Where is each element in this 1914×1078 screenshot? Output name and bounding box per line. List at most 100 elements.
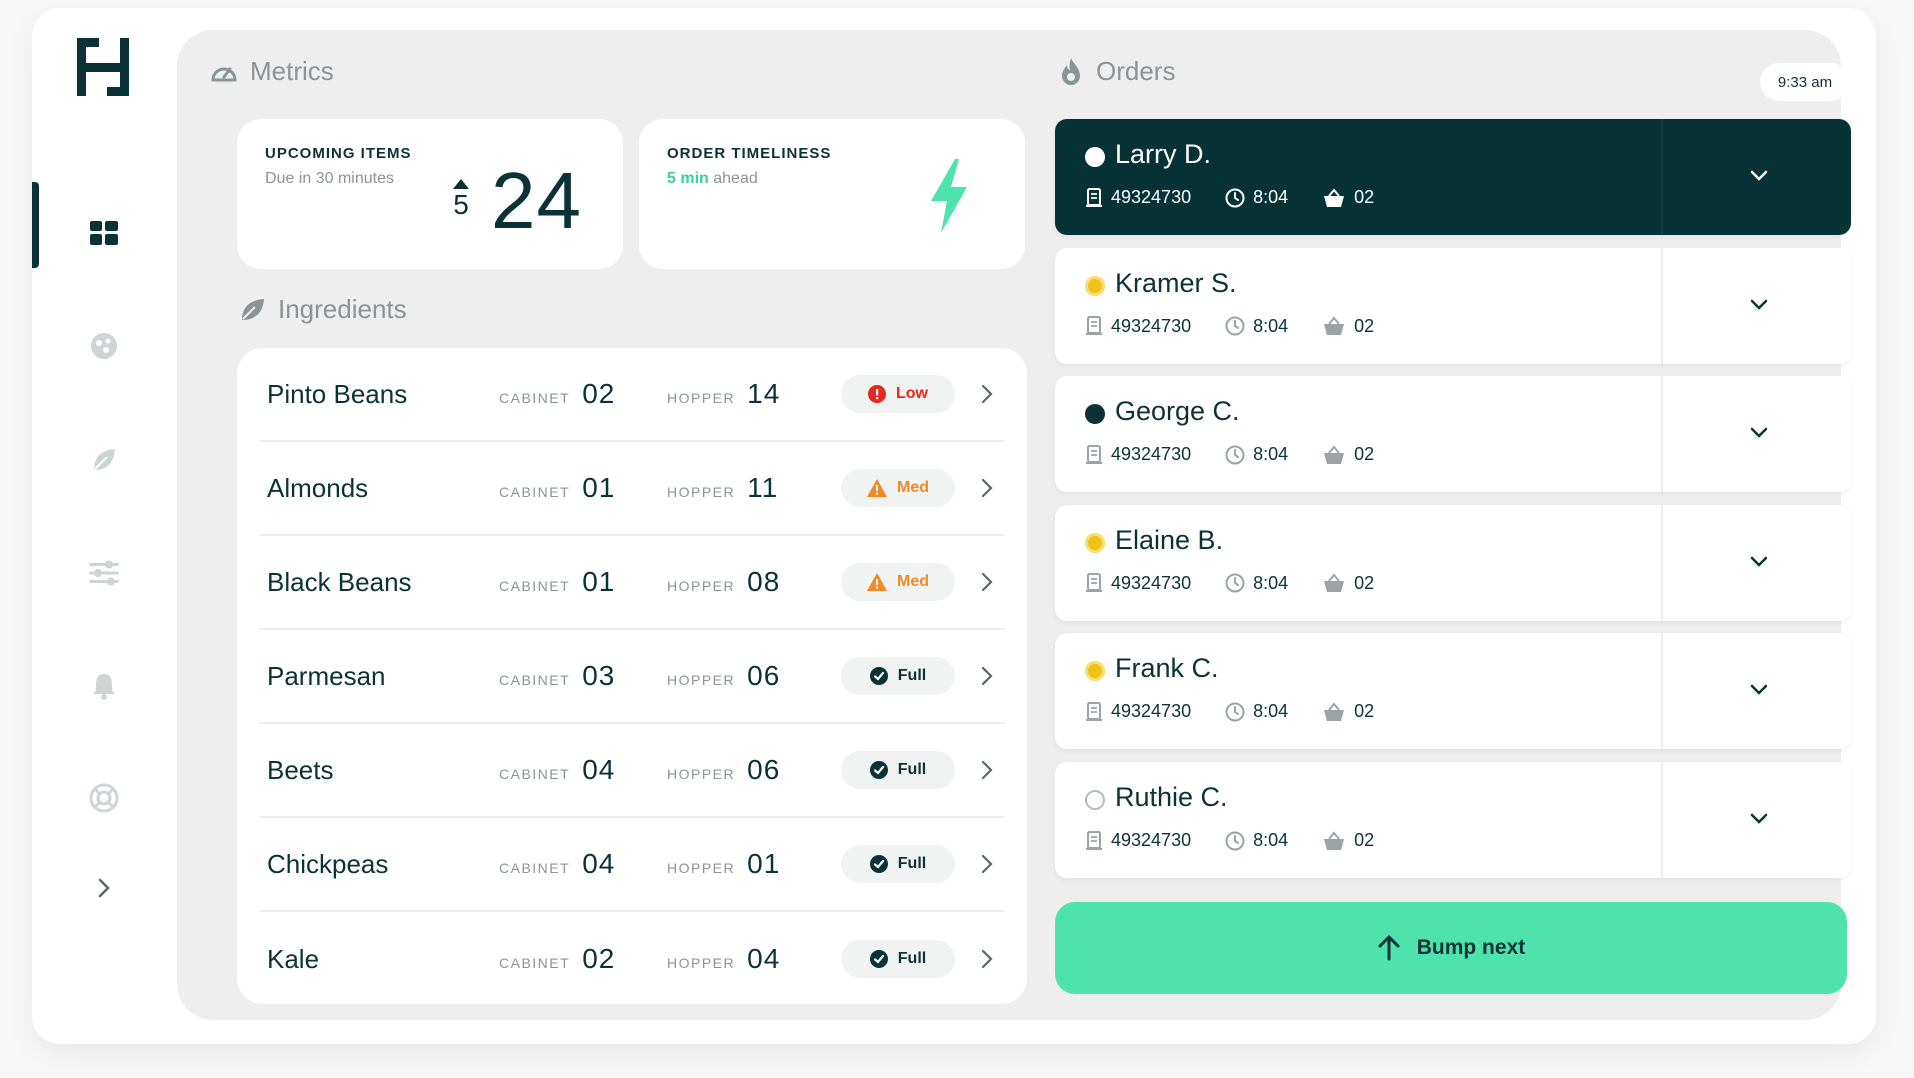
sidebar-item-alerts[interactable]: [82, 664, 126, 708]
receipt-icon: [1086, 573, 1102, 593]
order-receipt-number: 49324730: [1111, 701, 1192, 722]
pizza-icon: [91, 333, 117, 359]
order-time: 8:04: [1225, 573, 1288, 594]
flame-icon: [1062, 57, 1080, 85]
basket-icon: [1324, 702, 1345, 721]
receipt-icon: [1086, 444, 1102, 464]
basket-icon: [1324, 573, 1345, 593]
order-time-value: 8:04: [1253, 830, 1289, 850]
chevron-right-icon[interactable]: [981, 666, 993, 686]
order-receipt-number: 49324730: [1111, 444, 1192, 465]
active-nav-indicator: [32, 182, 39, 268]
cabinet-field: CABINET 04: [499, 848, 615, 880]
order-card[interactable]: Kramer S. 49324730 8:04 02: [1055, 247, 1851, 364]
ingredient-row[interactable]: Chickpeas CABINET 04 HOPPER 01 Full: [259, 818, 1005, 912]
order-divider: [1661, 633, 1663, 750]
ingredient-row[interactable]: Almonds CABINET 01 HOPPER 11 Med: [259, 442, 1005, 536]
chevron-down-icon[interactable]: [1747, 292, 1771, 316]
upcoming-delta: 5: [453, 179, 469, 221]
cabinet-field: CABINET 02: [499, 943, 615, 975]
cabinet-label: CABINET: [499, 672, 571, 688]
hopper-label: HOPPER: [667, 860, 736, 876]
order-card[interactable]: Larry D. 49324730 8:04 02: [1055, 119, 1851, 235]
chevron-down-icon[interactable]: [1747, 549, 1771, 573]
status-badge: Med: [841, 563, 955, 601]
order-status-dot: [1085, 661, 1105, 682]
hopper-value: 04: [747, 943, 781, 974]
status-label: Low: [896, 385, 928, 402]
chevron-right-icon[interactable]: [981, 572, 993, 592]
order-customer-name: Kramer S.: [1115, 267, 1237, 298]
chevron-right-icon: [98, 878, 110, 898]
chevron-right-icon[interactable]: [981, 478, 993, 498]
hopper-label: HOPPER: [667, 672, 736, 688]
hopper-field: HOPPER 08: [667, 566, 780, 598]
lightning-icon: [931, 159, 967, 233]
upcoming-delta-value: 5: [453, 189, 469, 220]
order-card[interactable]: George C. 49324730 8:04 02: [1055, 376, 1851, 493]
orders-heading: Orders: [1058, 56, 1175, 87]
timeliness-accent: 5 min: [667, 170, 709, 187]
ingredient-row[interactable]: Kale CABINET 02 HOPPER 04 Full: [259, 912, 1005, 1006]
order-receipt: 49324730: [1085, 701, 1191, 722]
order-card[interactable]: Frank C. 49324730 8:04 02: [1055, 633, 1851, 750]
order-time-value: 8:04: [1253, 572, 1289, 593]
order-card[interactable]: Ruthie C. 49324730 8:04 02: [1055, 762, 1851, 878]
hopper-value: 01: [747, 848, 781, 879]
cabinet-label: CABINET: [499, 578, 571, 594]
order-card[interactable]: Elaine B. 49324730 8:04 02: [1055, 504, 1851, 621]
clock-icon: [1225, 188, 1245, 207]
ingredient-row[interactable]: Parmesan CABINET 03 HOPPER 06 Full: [259, 630, 1005, 724]
clock-icon: [1225, 573, 1245, 593]
bump-next-button[interactable]: Bump next: [1055, 902, 1847, 994]
sidebar-item-dashboard[interactable]: [82, 211, 126, 255]
sidebar-item-support[interactable]: [82, 776, 126, 820]
order-receipt: 49324730: [1085, 187, 1191, 208]
chevron-right-icon[interactable]: [981, 384, 993, 404]
order-time-value: 8:04: [1253, 187, 1289, 207]
cabinet-field: CABINET 01: [499, 472, 615, 504]
order-time-value: 8:04: [1253, 701, 1289, 722]
basket-icon: [1324, 316, 1345, 336]
chevron-right-icon[interactable]: [981, 854, 993, 874]
cabinet-field: CABINET 03: [499, 660, 615, 692]
ingredient-row[interactable]: Beets CABINET 04 HOPPER 06 Full: [259, 724, 1005, 818]
order-receipt-number: 49324730: [1111, 187, 1192, 207]
order-meta: 49324730 8:04 02: [1085, 444, 1408, 465]
chevron-down-icon[interactable]: [1747, 806, 1771, 830]
ingredient-row[interactable]: Pinto Beans CABINET 02 HOPPER 14 Low: [259, 348, 1005, 442]
hopper-value: 11: [747, 472, 779, 503]
sidebar-expand-button[interactable]: [82, 866, 126, 910]
status-label: Med: [897, 573, 929, 590]
order-divider: [1661, 762, 1663, 878]
cabinet-field: CABINET 02: [499, 378, 615, 410]
ingredient-row[interactable]: Black Beans CABINET 01 HOPPER 08 Med: [259, 536, 1005, 630]
chevron-down-icon[interactable]: [1747, 420, 1771, 444]
cabinet-label: CABINET: [499, 390, 571, 406]
hopper-field: HOPPER 11: [667, 472, 778, 504]
sliders-icon: [89, 560, 119, 586]
chevron-down-icon[interactable]: [1747, 163, 1771, 187]
order-customer-name: Ruthie C.: [1115, 782, 1228, 812]
order-divider: [1661, 504, 1663, 621]
alert-circle-icon: [868, 385, 886, 403]
sidebar-item-orders[interactable]: [82, 324, 126, 368]
chevron-right-icon[interactable]: [981, 949, 993, 969]
order-timeliness-card[interactable]: ORDER TIMELINESS 5 min ahead: [639, 119, 1025, 269]
chevron-down-icon[interactable]: [1747, 677, 1771, 701]
order-items: 02: [1322, 573, 1374, 594]
ingredient-name: Kale: [267, 943, 320, 974]
chevron-right-icon[interactable]: [981, 760, 993, 780]
sidebar-item-settings[interactable]: [82, 551, 126, 595]
order-meta: 49324730 8:04 02: [1085, 701, 1408, 722]
order-time: 8:04: [1225, 316, 1288, 337]
order-meta: 49324730 8:04 02: [1085, 573, 1408, 594]
ingredient-name: Beets: [267, 754, 334, 785]
sidebar-item-ingredients[interactable]: [82, 438, 126, 482]
order-item-count: 02: [1354, 572, 1375, 593]
order-receipt-number: 49324730: [1111, 830, 1192, 850]
hopper-label: HOPPER: [667, 484, 736, 500]
upcoming-items-card[interactable]: UPCOMING ITEMS Due in 30 minutes 5 24: [237, 119, 623, 269]
order-items: 02: [1322, 444, 1374, 465]
check-circle-icon: [869, 950, 888, 968]
